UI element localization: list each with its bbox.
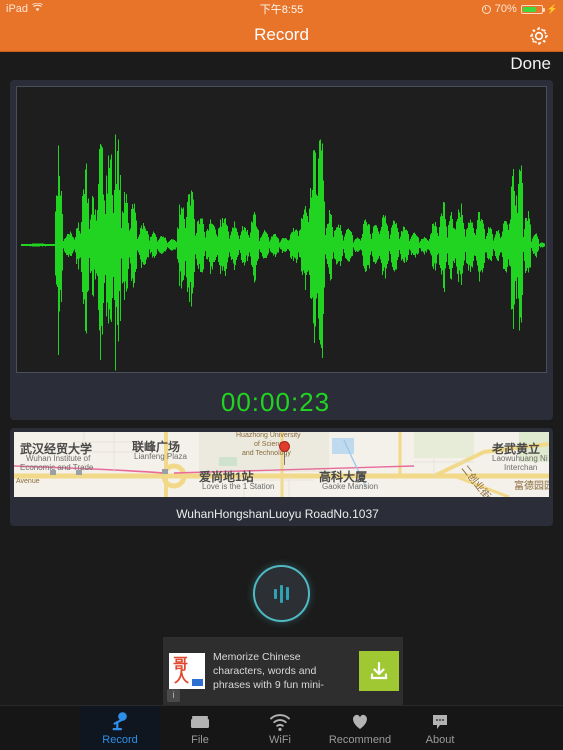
ad-content: 哥 人 Memorize Chinese characters, words a… [163,649,403,693]
timer-display: 00:00:23 [220,387,331,417]
tab-wifi[interactable]: WiFi [240,706,320,750]
gear-icon[interactable] [527,24,551,48]
heart-icon [349,710,371,732]
done-button[interactable]: Done [510,54,551,74]
ad-text: Memorize Chinese characters, words and p… [213,651,324,691]
status-right: 70% ⚡ [481,3,558,15]
tab-recommend[interactable]: Recommend [320,706,400,750]
info-icon[interactable]: i [167,689,180,702]
tab-label: File [191,734,209,746]
waveform-display[interactable] [16,86,547,373]
microphone-icon [109,710,131,732]
status-bar: iPad 下午8:55 70% ⚡ [0,0,563,18]
battery-icon [520,4,545,14]
wifi-icon [268,710,292,732]
audio-bars-icon [253,565,310,622]
tab-bar: Record File WiFi Recommend About [0,705,563,750]
waveform-svg [20,134,546,371]
location-pin-icon [279,441,290,452]
folder-icon [189,710,211,732]
nav-bar: Record [0,18,563,52]
charging-bolt-icon: ⚡ [546,3,558,14]
chinese-app-icon: 哥 人 [169,653,205,689]
waveform-panel: 00:00:23 [10,80,553,420]
tab-label: Record [102,734,138,746]
map-address-caption: WuhanHongshanLuoyu RoadNo.1037 [176,507,379,521]
download-icon[interactable] [359,651,399,691]
tab-label: WiFi [269,734,291,746]
map-view[interactable]: 武汉经贸大学 Wuhan Institute of Economic and T… [14,432,549,497]
tab-record[interactable]: Record [80,706,160,750]
app-root: iPad 下午8:55 70% ⚡ Record Done 00:00:23 武… [0,0,563,750]
page-title: Record [254,25,309,44]
tab-about[interactable]: About [400,706,480,750]
tab-label: About [425,734,455,746]
battery-percent: 70% [494,3,517,15]
alarm-icon [481,4,491,14]
ad-banner[interactable]: 哥 人 Memorize Chinese characters, words a… [163,637,403,705]
action-bar: Done [0,52,563,79]
chat-bubble-icon [429,710,451,732]
tab-file[interactable]: File [160,706,240,750]
pin-stem [284,451,285,465]
tab-label: Recommend [328,734,392,746]
map-panel: 武汉经贸大学 Wuhan Institute of Economic and T… [10,428,553,526]
record-button[interactable] [253,565,310,622]
status-clock: 下午8:55 [259,4,304,16]
